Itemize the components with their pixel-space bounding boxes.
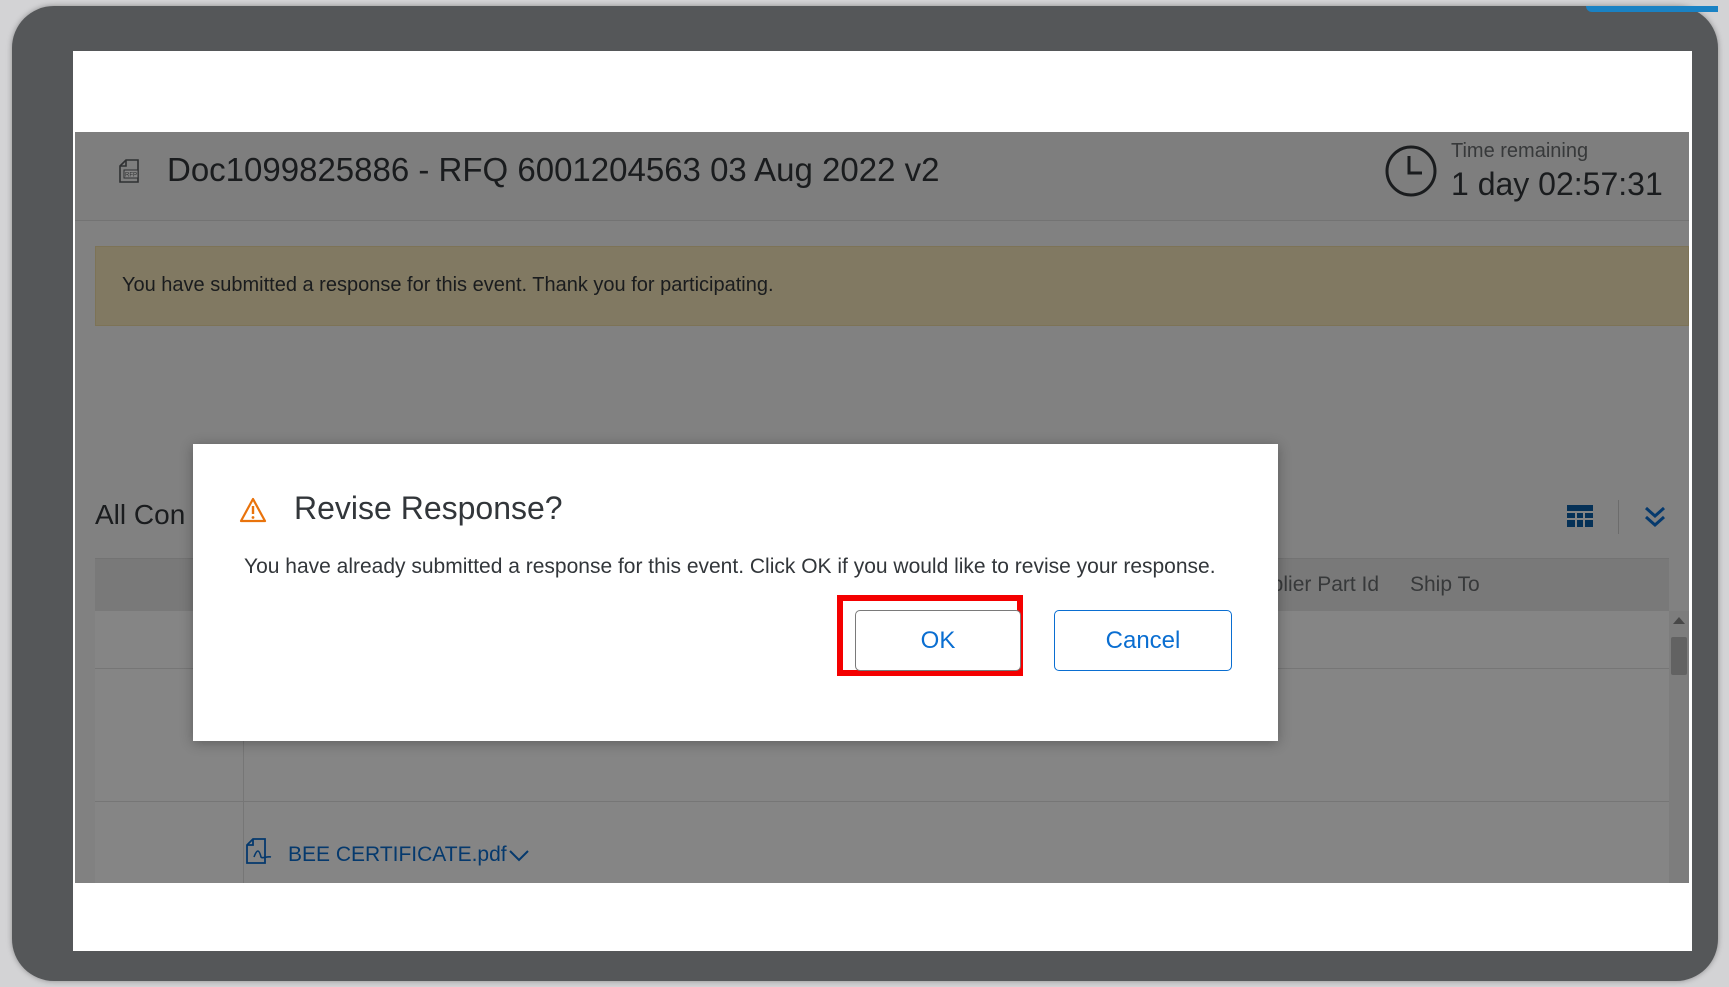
corner-accent (1586, 6, 1718, 12)
cancel-button[interactable]: Cancel (1054, 610, 1232, 671)
app-window: RFP Doc1099825886 - RFQ 6001204563 03 Au… (75, 132, 1689, 883)
screen: RFP Doc1099825886 - RFQ 6001204563 03 Au… (73, 51, 1692, 951)
revise-response-dialog: Revise Response? You have already submit… (193, 444, 1278, 741)
warning-icon (239, 497, 267, 523)
dialog-title: Revise Response? (294, 490, 563, 526)
device-frame: RFP Doc1099825886 - RFQ 6001204563 03 Au… (12, 6, 1718, 981)
dialog-message: You have already submitted a response fo… (244, 555, 1216, 578)
ok-button[interactable]: OK (855, 610, 1021, 671)
